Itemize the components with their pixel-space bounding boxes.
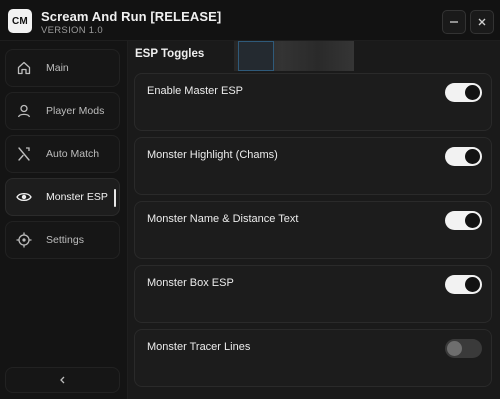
toggle-knob [465, 277, 480, 292]
sidebar-item-label: Monster ESP [46, 191, 108, 203]
toggle-card-tracer-lines: Monster Tracer Lines [134, 329, 492, 387]
crossed-arrows-icon [16, 146, 32, 162]
minus-icon [450, 21, 458, 23]
user-icon [16, 103, 32, 119]
home-icon [16, 60, 32, 76]
sidebar: Main Player Mods Auto Match Monster ESP [0, 41, 128, 399]
chevron-left-icon [59, 376, 64, 384]
close-button[interactable] [470, 10, 494, 34]
chams-toggle[interactable] [445, 147, 482, 166]
sidebar-item-main[interactable]: Main [5, 49, 120, 87]
sidebar-item-settings[interactable]: Settings [5, 221, 120, 259]
collapse-sidebar-button[interactable] [5, 367, 120, 393]
eye-icon [16, 189, 32, 205]
minimize-button[interactable] [442, 10, 466, 34]
box-esp-toggle[interactable] [445, 275, 482, 294]
main-panel: ESP Toggles Enable Master ESP Monster Hi… [128, 41, 500, 399]
sidebar-item-auto-match[interactable]: Auto Match [5, 135, 120, 173]
toggle-card-box-esp: Monster Box ESP [134, 265, 492, 323]
sidebar-item-label: Player Mods [46, 105, 105, 117]
sidebar-item-player-mods[interactable]: Player Mods [5, 92, 120, 130]
toggle-knob [465, 85, 480, 100]
title-bar: CM Scream And Run [RELEASE] VERSION 1.0 [0, 0, 500, 41]
toggle-label: Monster Tracer Lines [147, 341, 251, 353]
toggle-knob [465, 213, 480, 228]
tracer-lines-toggle[interactable] [445, 339, 482, 358]
active-indicator [114, 189, 116, 207]
toggle-label: Monster Highlight (Chams) [147, 149, 278, 161]
toggle-label: Monster Box ESP [147, 277, 234, 289]
close-icon [478, 18, 486, 26]
section-title: ESP Toggles [135, 48, 205, 60]
crosshair-icon [16, 232, 32, 248]
name-distance-toggle[interactable] [445, 211, 482, 230]
sidebar-item-monster-esp[interactable]: Monster ESP [5, 178, 120, 216]
toggle-card-chams: Monster Highlight (Chams) [134, 137, 492, 195]
toggle-knob [447, 341, 462, 356]
toggle-label: Monster Name & Distance Text [147, 213, 299, 225]
sidebar-item-label: Settings [46, 234, 84, 246]
sidebar-item-label: Auto Match [46, 148, 100, 160]
toggle-knob [465, 149, 480, 164]
sidebar-item-label: Main [46, 62, 69, 74]
toggle-card-name-distance: Monster Name & Distance Text [134, 201, 492, 259]
app-logo: CM [8, 9, 32, 33]
app-window: CM Scream And Run [RELEASE] VERSION 1.0 … [0, 0, 500, 399]
app-version: VERSION 1.0 [41, 25, 103, 36]
master-esp-toggle[interactable] [445, 83, 482, 102]
background-figure [238, 41, 274, 71]
toggle-label: Enable Master ESP [147, 85, 243, 97]
app-title: Scream And Run [RELEASE] [41, 9, 222, 24]
toggle-card-master-esp: Enable Master ESP [134, 73, 492, 131]
